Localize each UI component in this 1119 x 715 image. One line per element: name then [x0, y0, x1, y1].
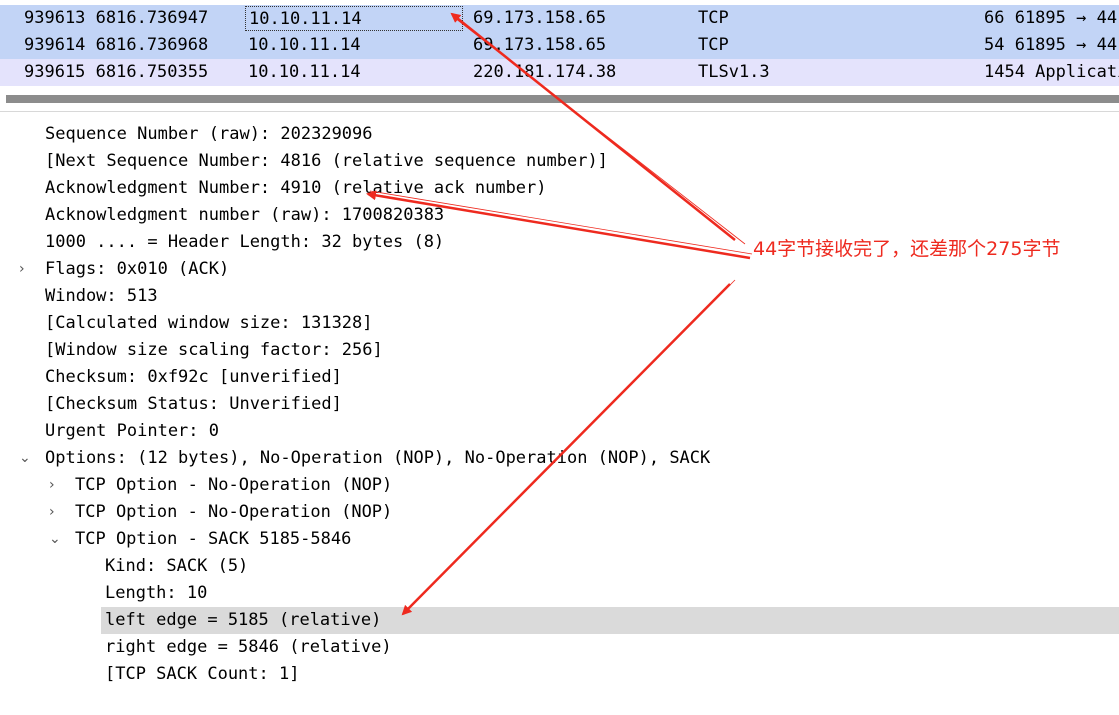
detail-text: Window: 513: [45, 286, 158, 306]
packet-row[interactable]: 939613 6816.736947 10.10.11.14 69.173.15…: [0, 5, 1119, 32]
detail-text: [Calculated window size: 131328]: [45, 313, 373, 333]
detail-text: Options: (12 bytes), No-Operation (NOP),…: [45, 448, 711, 468]
detail-text: Length: 10: [105, 583, 208, 603]
detail-option-nop[interactable]: › TCP Option - No-Operation (NOP): [0, 472, 1119, 499]
detail-checksum-status[interactable]: [Checksum Status: Unverified]: [0, 391, 1119, 418]
detail-text: 1000 .... = Header Length: 32 bytes (8): [45, 232, 445, 252]
detail-option-nop[interactable]: › TCP Option - No-Operation (NOP): [0, 499, 1119, 526]
detail-text: [Window size scaling factor: 256]: [45, 340, 383, 360]
detail-text: left edge = 5185 (relative): [105, 610, 382, 630]
packet-protocol: TCP: [698, 8, 729, 28]
packet-no-time: 939614 6816.736968: [24, 35, 209, 55]
packet-info: 66 61895 → 44: [984, 8, 1118, 28]
detail-next-sequence[interactable]: [Next Sequence Number: 4816 (relative se…: [0, 148, 1119, 175]
packet-source: 10.10.11.14: [245, 6, 463, 31]
chevron-right-icon[interactable]: ›: [49, 499, 55, 526]
packet-info: 1454 Applicatio: [984, 62, 1119, 82]
chevron-down-icon[interactable]: ⌄: [49, 526, 61, 553]
detail-sack-length[interactable]: Length: 10: [0, 580, 1119, 607]
detail-sack-count[interactable]: [TCP SACK Count: 1]: [0, 661, 1119, 688]
detail-text: Checksum: 0xf92c [unverified]: [45, 367, 342, 387]
detail-option-sack[interactable]: ⌄ TCP Option - SACK 5185-5846: [0, 526, 1119, 553]
pane-divider[interactable]: [0, 111, 1119, 112]
detail-text: Urgent Pointer: 0: [45, 421, 219, 441]
detail-sack-right-edge[interactable]: right edge = 5846 (relative): [0, 634, 1119, 661]
detail-sack-left-edge[interactable]: left edge = 5185 (relative): [101, 607, 1119, 634]
detail-text: TCP Option - No-Operation (NOP): [75, 502, 393, 522]
packet-destination: 69.173.158.65: [473, 8, 607, 28]
detail-text: Sequence Number (raw): 202329096: [45, 124, 373, 144]
detail-checksum[interactable]: Checksum: 0xf92c [unverified]: [0, 364, 1119, 391]
packet-destination: 69.173.158.65: [473, 35, 607, 55]
chevron-right-icon[interactable]: ›: [49, 472, 55, 499]
detail-text: Kind: SACK (5): [105, 556, 249, 576]
detail-sequence-raw[interactable]: Sequence Number (raw): 202329096: [0, 121, 1119, 148]
detail-text: Acknowledgment number (raw): 1700820383: [45, 205, 445, 225]
detail-urgent-pointer[interactable]: Urgent Pointer: 0: [0, 418, 1119, 445]
detail-cut-off-row: [0, 688, 1119, 715]
detail-text: TCP Option - No-Operation (NOP): [75, 475, 393, 495]
chevron-right-icon[interactable]: ›: [19, 256, 25, 283]
detail-window[interactable]: Window: 513: [0, 283, 1119, 310]
annotation-text: 44字节接收完了，还差那个275字节: [753, 238, 1061, 260]
detail-text: [Checksum Status: Unverified]: [45, 394, 342, 414]
detail-text: [Next Sequence Number: 4816 (relative se…: [45, 151, 608, 171]
detail-text: Acknowledgment Number: 4910 (relative ac…: [45, 178, 547, 198]
packet-destination: 220.181.174.38: [473, 62, 617, 82]
packet-row[interactable]: 939614 6816.736968 10.10.11.14 69.173.15…: [0, 32, 1119, 59]
detail-calculated-window[interactable]: [Calculated window size: 131328]: [0, 310, 1119, 337]
packet-no-time: 939615 6816.750355: [24, 62, 209, 82]
detail-sack-kind[interactable]: Kind: SACK (5): [0, 553, 1119, 580]
detail-text: Flags: 0x010 (ACK): [45, 259, 230, 279]
detail-text: [45, 688, 55, 715]
packet-info: 54 61895 → 44: [984, 35, 1118, 55]
detail-text: TCP Option - SACK 5185-5846: [75, 529, 352, 549]
chevron-down-icon[interactable]: ⌄: [19, 445, 31, 472]
detail-text: right edge = 5846 (relative): [105, 637, 392, 657]
detail-options[interactable]: ⌄ Options: (12 bytes), No-Operation (NOP…: [0, 445, 1119, 472]
packet-source: 10.10.11.14: [248, 62, 361, 82]
detail-ack-number[interactable]: Acknowledgment Number: 4910 (relative ac…: [0, 175, 1119, 202]
detail-ack-raw[interactable]: Acknowledgment number (raw): 1700820383: [0, 202, 1119, 229]
detail-window-scaling[interactable]: [Window size scaling factor: 256]: [0, 337, 1119, 364]
packet-details-tree: Sequence Number (raw): 202329096 [Next S…: [0, 121, 1119, 715]
packet-row[interactable]: 939615 6816.750355 10.10.11.14 220.181.1…: [0, 59, 1119, 86]
detail-text: [TCP SACK Count: 1]: [105, 664, 300, 684]
packet-list: 939613 6816.736947 10.10.11.14 69.173.15…: [0, 0, 1119, 88]
packet-source: 10.10.11.14: [248, 35, 361, 55]
packet-no-time: 939613 6816.736947: [24, 8, 209, 28]
packet-protocol: TCP: [698, 35, 729, 55]
horizontal-scrollbar[interactable]: [6, 95, 1119, 103]
packet-protocol: TLSv1.3: [698, 62, 770, 82]
